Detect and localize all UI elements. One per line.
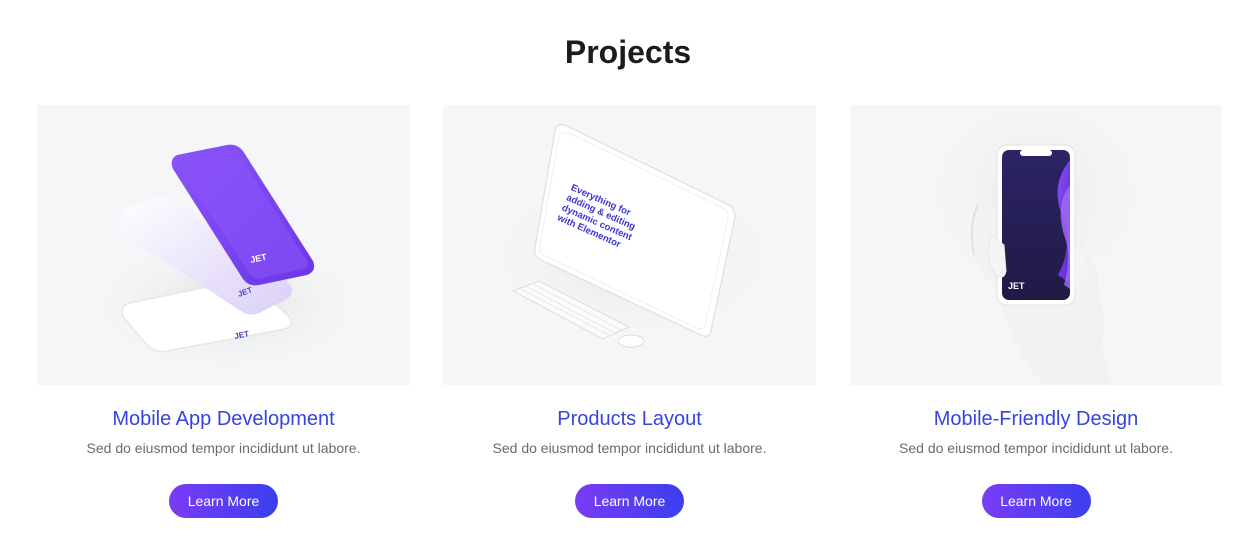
card-description: Sed do eiusmod tempor incididunt ut labo… xyxy=(86,440,361,456)
svg-text:JET: JET xyxy=(1008,281,1025,291)
learn-more-button[interactable]: Learn More xyxy=(575,484,684,518)
project-card-mobile-friendly: JET Mobile-Friendly Design Sed do eiusmo… xyxy=(850,105,1222,535)
project-image-hand-phone: JET xyxy=(850,105,1222,385)
section-title: Projects xyxy=(564,34,692,70)
learn-more-button[interactable]: Learn More xyxy=(981,484,1091,518)
card-description: Sed do eiusmod tempor incididunt ut labo… xyxy=(899,440,1173,456)
card-title[interactable]: Mobile App Development xyxy=(37,406,410,432)
card-title[interactable]: Mobile-Friendly Design xyxy=(850,406,1222,432)
card-title[interactable]: Products Layout xyxy=(443,406,816,432)
project-card-mobile-app: JET JET JET Mobile App Development Sed d… xyxy=(37,105,410,535)
project-card-products-layout: Everything for adding & editing dynamic … xyxy=(443,105,816,535)
card-description: Sed do eiusmod tempor incididunt ut labo… xyxy=(492,440,767,456)
projects-section: Projects JET JET JET Mobile App Developm… xyxy=(0,0,1256,549)
learn-more-button[interactable]: Learn More xyxy=(169,484,278,518)
project-image-tablet: Everything for adding & editing dynamic … xyxy=(443,105,816,385)
project-image-phones: JET JET JET xyxy=(37,105,410,385)
